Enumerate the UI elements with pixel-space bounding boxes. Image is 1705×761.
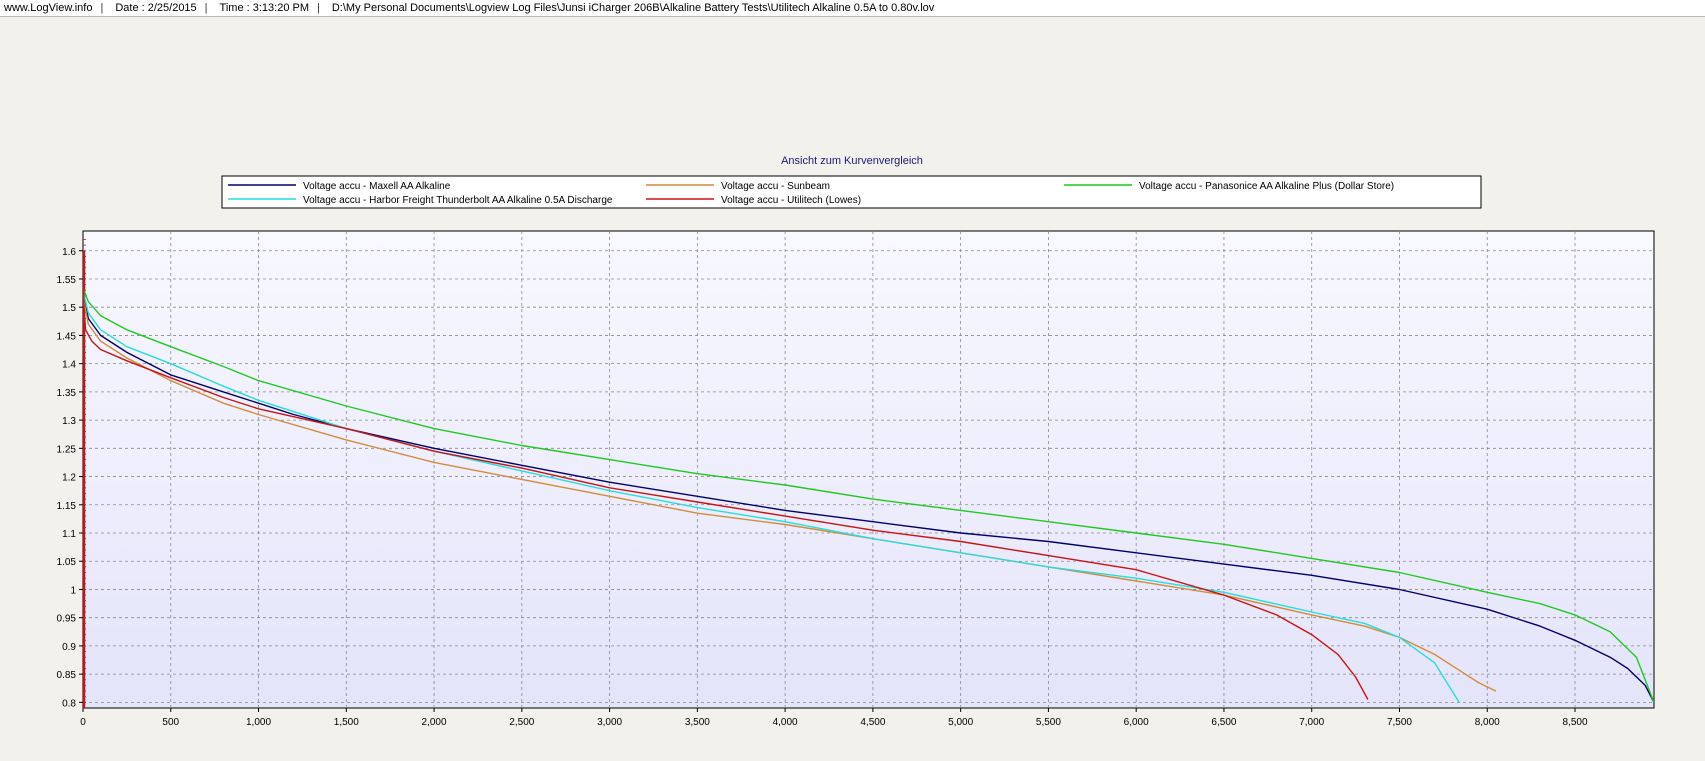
y-tick-label: 1.55 [57, 275, 77, 286]
legend-label: Voltage accu - Harbor Freight Thunderbol… [303, 195, 613, 206]
legend-label: Voltage accu - Utilitech (Lowes) [721, 195, 861, 206]
y-tick-label: 1.35 [57, 388, 77, 399]
y-tick-label: 0.95 [57, 614, 77, 625]
x-tick-label: 7,000 [1299, 717, 1324, 728]
y-axis: 0.8 0.85 0.9 0.95 1 1.05 1.1 1.15 1.2 1.25 1.3 1.35… [57, 239, 86, 709]
x-tick-label: 3,000 [597, 717, 622, 728]
x-tick-label: 7,500 [1387, 717, 1412, 728]
x-tick-label: 6,000 [1124, 717, 1149, 728]
x-axis: 0 500 1,000 1,500 2,000 2,500 3,000 3,500 4,000 4… [80, 708, 1588, 728]
y-tick-label: 1.1 [62, 529, 76, 540]
chart: Ansicht zum Kurvenvergleich Voltage accu… [57, 155, 1655, 728]
legend-label: Voltage accu - Sunbeam [721, 181, 830, 192]
y-tick-label: 1.6 [62, 247, 76, 258]
y-tick-label: 0.8 [62, 698, 76, 709]
legend-label: Voltage accu - Panasonice AA Alkaline Pl… [1139, 181, 1394, 192]
x-tick-label: 4,000 [773, 717, 798, 728]
x-tick-label: 4,500 [860, 717, 885, 728]
plot-area [82, 230, 1655, 709]
y-tick-label: 0.85 [57, 670, 77, 681]
y-tick-label: 1.2 [62, 473, 76, 484]
y-tick-label: 1.25 [57, 444, 77, 455]
x-tick-label: 2,500 [509, 717, 534, 728]
y-tick-label: 1.5 [62, 303, 76, 314]
x-tick-label: 5,500 [1036, 717, 1061, 728]
x-tick-label: 3,500 [685, 717, 710, 728]
legend: Voltage accu - Maxell AA Alkaline Voltage… [221, 175, 1482, 209]
x-tick-label: 8,000 [1475, 717, 1500, 728]
x-tick-label: 5,000 [948, 717, 973, 728]
x-tick-label: 6,500 [1211, 717, 1236, 728]
x-tick-label: 2,000 [422, 717, 447, 728]
y-tick-label: 1.45 [57, 331, 77, 342]
x-tick-label: 8,500 [1562, 717, 1587, 728]
x-tick-label: 1,000 [246, 717, 271, 728]
y-tick-label: 1.3 [62, 416, 76, 427]
y-tick-label: 1.4 [62, 360, 76, 371]
y-tick-label: 1.05 [57, 557, 77, 568]
y-tick-label: 0.9 [62, 642, 76, 653]
y-tick-label: 1 [70, 585, 76, 596]
x-tick-label: 500 [162, 717, 179, 728]
y-tick-label: 1.15 [57, 501, 77, 512]
legend-label: Voltage accu - Maxell AA Alkaline [303, 181, 451, 192]
x-tick-label: 1,500 [334, 717, 359, 728]
chart-title: Ansicht zum Kurvenvergleich [781, 155, 923, 167]
x-tick-label: 0 [80, 717, 86, 728]
